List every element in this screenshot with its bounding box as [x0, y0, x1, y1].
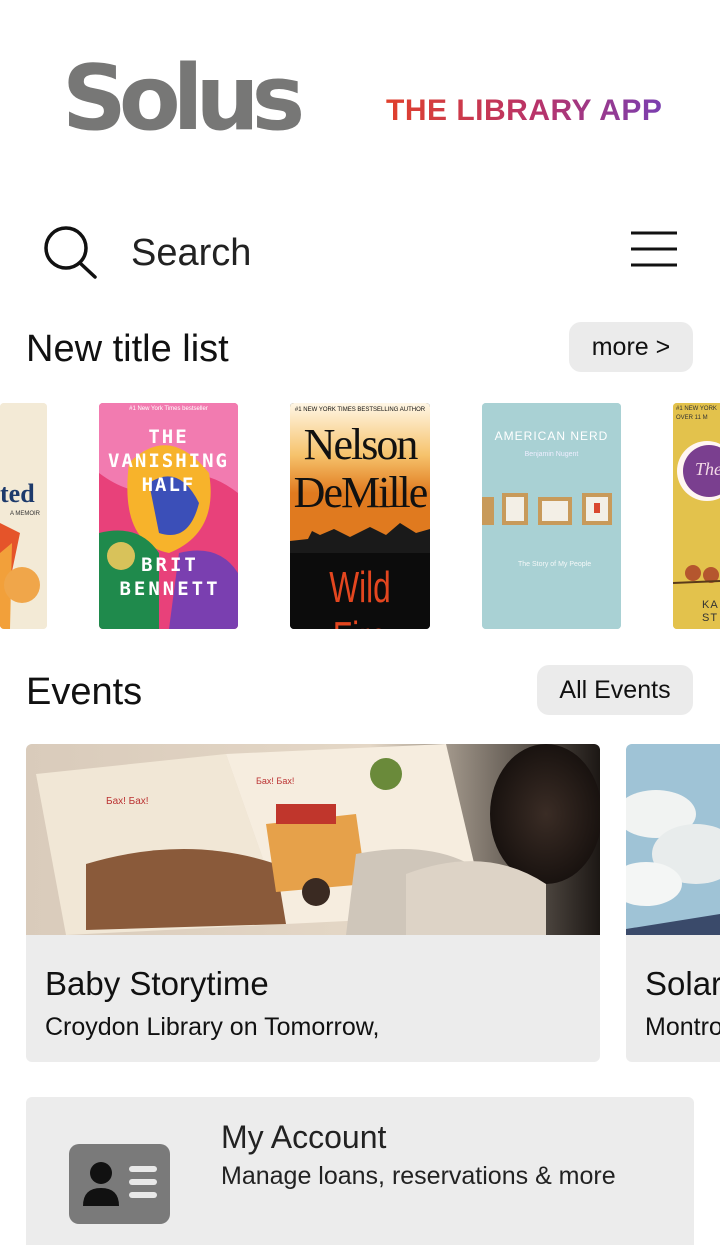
book-cover-1-sub: A MEMOIR — [10, 511, 41, 517]
svg-text:Бах! Бах!: Бах! Бах! — [106, 796, 149, 807]
event-card-baby-storytime[interactable]: Бах! Бах! Бах! Бах! Baby Storytime Croyd… — [26, 744, 600, 1062]
book-cover-4[interactable]: AMERICAN NERD Benjamin Nugent The Story … — [482, 403, 621, 629]
app-logo: Solus — [62, 46, 305, 151]
book-cover-5[interactable]: #1 NEW YORK OVER 11 M The KA ST — [673, 403, 720, 629]
id-card-icon — [69, 1144, 170, 1224]
more-button[interactable]: more > — [569, 322, 693, 372]
all-events-button[interactable]: All Events — [537, 665, 693, 715]
book-cover-5-author: KA ST — [702, 599, 719, 624]
event-subtitle: Montrose — [645, 1013, 720, 1041]
my-account-title: My Account — [221, 1119, 387, 1155]
book-cover-1[interactable]: ted A MEMOIR — [0, 403, 47, 629]
svg-text:Бах! Бах!: Бах! Бах! — [256, 776, 294, 786]
app-tagline: THE LIBRARY APP — [386, 94, 663, 127]
book-cover-4-subtitle: The Story of My People — [518, 561, 592, 568]
book-cover-3-topline: #1 NEW YORK TIMES BESTSELLING AUTHOR — [294, 407, 426, 413]
book-cover-3[interactable]: #1 NEW YORK TIMES BESTSELLING AUTHOR Nel… — [290, 403, 430, 629]
search-icon[interactable] — [40, 222, 100, 282]
book-cover-5-topline: #1 NEW YORK OVER 11 M — [676, 406, 717, 421]
book-cover-1-title: ted — [0, 479, 35, 508]
event-title: Baby Storytime — [45, 965, 269, 1002]
book-cover-5-title: The — [695, 459, 720, 479]
event-image-sky — [626, 744, 720, 935]
event-image-storybook: Бах! Бах! Бах! Бах! — [26, 744, 600, 935]
search-input[interactable]: Search — [131, 232, 251, 275]
book-cover-4-author: Benjamin Nugent — [524, 451, 579, 458]
event-card-solar[interactable]: Solar Montrose — [626, 744, 720, 1062]
book-cover-3-title: Wild Fire — [329, 563, 391, 629]
book-cover-2[interactable]: #1 New York Times bestseller THE VANISHI… — [99, 403, 238, 629]
book-cover-4-title: AMERICAN NERD — [494, 429, 609, 443]
my-account-subtitle: Manage loans, reservations & more — [221, 1162, 616, 1190]
new-title-list-heading: New title list — [26, 328, 229, 370]
book-cover-2-title: THE VANISHING HALF — [108, 426, 229, 496]
event-subtitle: Croydon Library on Tomorrow, — [45, 1013, 380, 1041]
book-cover-2-topline: #1 New York Times bestseller — [129, 406, 208, 412]
book-cover-3-author: Nelson DeMille — [293, 420, 429, 517]
book-cover-2-author: BRIT BENNETT — [119, 554, 221, 600]
hamburger-menu-icon[interactable] — [629, 228, 679, 270]
event-title: Solar — [645, 965, 720, 1002]
events-heading: Events — [26, 671, 143, 713]
book-cover-5-art — [673, 403, 720, 629]
